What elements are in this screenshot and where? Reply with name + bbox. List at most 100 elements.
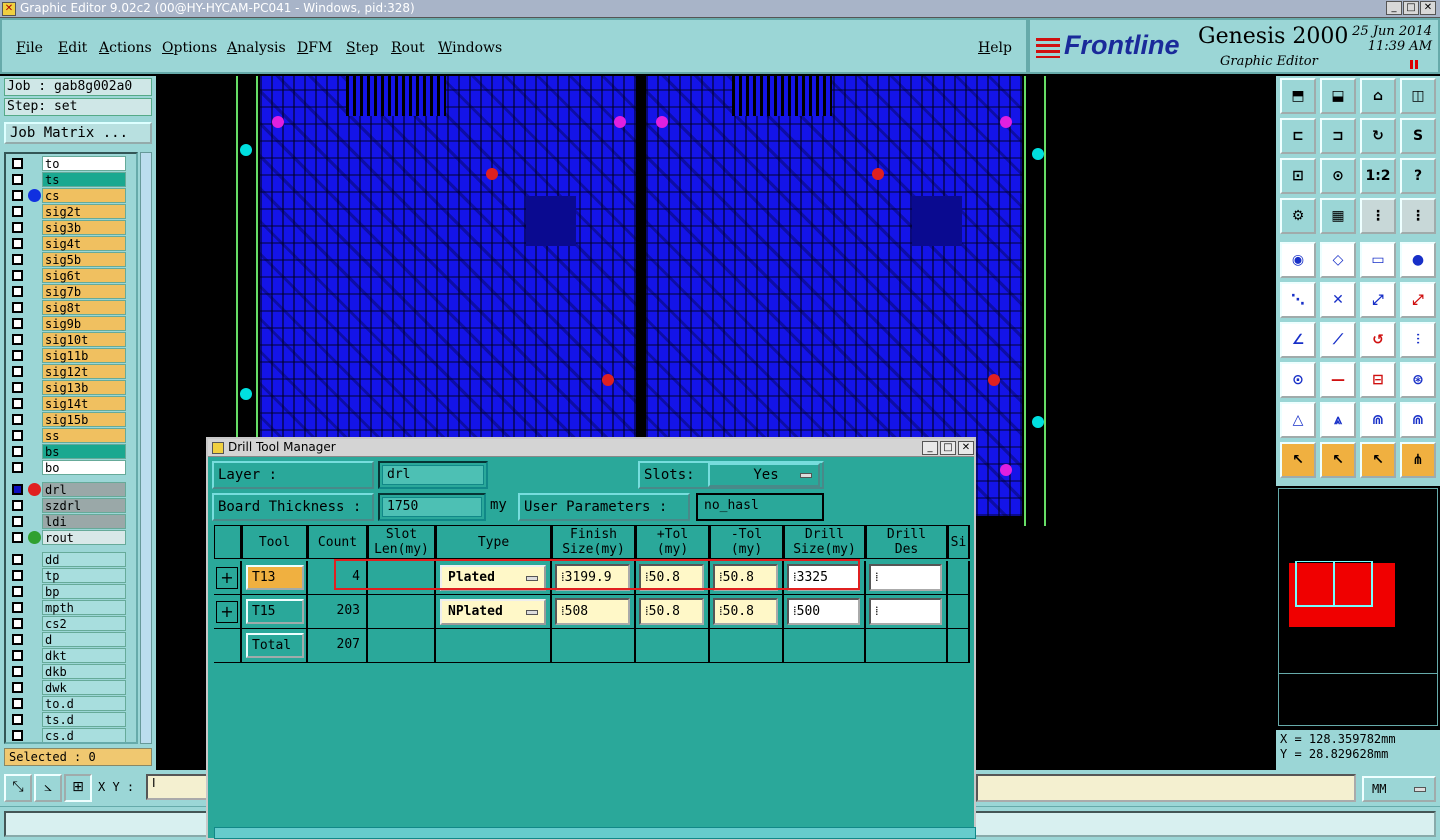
layer-checkbox[interactable] bbox=[12, 350, 23, 361]
pointer-box-icon[interactable]: ↖ bbox=[1320, 442, 1356, 478]
layer-name[interactable]: bp bbox=[42, 584, 126, 599]
layer-row[interactable]: ts.d bbox=[8, 712, 128, 727]
layer-checkbox[interactable] bbox=[12, 206, 23, 217]
scale-1-2-icon[interactable]: 1:2 bbox=[1360, 158, 1396, 194]
fit-all-icon[interactable]: ⊡ bbox=[1280, 158, 1316, 194]
tool-button[interactable]: T15 bbox=[246, 599, 304, 624]
layer-checkbox[interactable] bbox=[12, 286, 23, 297]
dimension-icon[interactable]: ⊟ bbox=[1360, 362, 1396, 398]
move-right-icon[interactable]: ⊐ bbox=[1320, 118, 1356, 154]
layer-row[interactable]: sig5b bbox=[8, 252, 128, 267]
layer-name[interactable]: sig7b bbox=[42, 284, 126, 299]
close-icon[interactable]: ✕ bbox=[1420, 1, 1436, 15]
snap-grid-icon[interactable]: ⊞ bbox=[64, 774, 92, 802]
ruler-icon[interactable]: ▭ bbox=[1360, 242, 1396, 278]
layer-name[interactable]: sig11b bbox=[42, 348, 126, 363]
layer-checkbox[interactable] bbox=[12, 554, 23, 565]
layer-row[interactable]: sig6t bbox=[8, 268, 128, 283]
layer-checkbox[interactable] bbox=[12, 414, 23, 425]
copy-layer-icon[interactable]: ⬒ bbox=[1280, 78, 1316, 114]
components-alt-icon[interactable]: ⋮ bbox=[1400, 198, 1436, 234]
finish-size-input[interactable]: ⁞508 bbox=[555, 598, 630, 625]
layer-row[interactable]: sig11b bbox=[8, 348, 128, 363]
grid-icon[interactable]: ▦ bbox=[1320, 198, 1356, 234]
layer-field[interactable]: drl bbox=[378, 461, 488, 489]
layer-row[interactable]: sig12t bbox=[8, 364, 128, 379]
layer-row[interactable]: bo bbox=[8, 460, 128, 475]
layer-checkbox[interactable] bbox=[12, 238, 23, 249]
layer-checkbox[interactable] bbox=[12, 698, 23, 709]
layer-checkbox[interactable] bbox=[12, 334, 23, 345]
type-select[interactable]: NPlated bbox=[440, 599, 546, 625]
line-add-icon[interactable]: ⤢ bbox=[1360, 282, 1396, 318]
layer-name[interactable]: sig4t bbox=[42, 236, 126, 251]
layer-name[interactable]: sig15b bbox=[42, 412, 126, 427]
menu-analysis[interactable]: Analysis bbox=[227, 40, 286, 56]
pointer-circle-icon[interactable]: ↖ bbox=[1360, 442, 1396, 478]
layer-row[interactable]: dkt bbox=[8, 648, 128, 663]
layer-checkbox[interactable] bbox=[12, 618, 23, 629]
layer-row[interactable]: tp bbox=[8, 568, 128, 583]
layer-name[interactable]: sig2t bbox=[42, 204, 126, 219]
layer-row[interactable]: mpth bbox=[8, 600, 128, 615]
layer-name[interactable]: rout bbox=[42, 530, 126, 545]
plus-tol-input[interactable]: ⁞50.8 bbox=[639, 598, 704, 625]
user-parameters-button[interactable]: User Parameters : bbox=[518, 493, 690, 521]
menu-actions[interactable]: Actions bbox=[99, 40, 152, 56]
command-input[interactable] bbox=[976, 774, 1356, 802]
diagonal-icon[interactable]: ⟋ bbox=[1320, 322, 1356, 358]
drill-des-input[interactable]: ⁞ bbox=[869, 564, 942, 591]
layer-checkbox[interactable] bbox=[12, 254, 23, 265]
layer-name[interactable]: dkb bbox=[42, 664, 126, 679]
settings-icon[interactable]: ⚙ bbox=[1280, 198, 1316, 234]
menu-edit[interactable]: Edit bbox=[58, 40, 87, 56]
layer-name[interactable]: sig10t bbox=[42, 332, 126, 347]
board-thickness-field[interactable]: 1750 bbox=[378, 493, 486, 521]
layer-name[interactable]: ldi bbox=[42, 514, 126, 529]
layer-name[interactable]: mpth bbox=[42, 600, 126, 615]
layer-row[interactable]: cs bbox=[8, 188, 128, 203]
layer-list-scrollbar[interactable] bbox=[140, 152, 152, 744]
layer-row[interactable]: sig9b bbox=[8, 316, 128, 331]
pause-icon[interactable] bbox=[1410, 60, 1418, 69]
layer-name[interactable]: ts.d bbox=[42, 712, 126, 727]
layer-name[interactable]: dkt bbox=[42, 648, 126, 663]
layer-checkbox[interactable] bbox=[12, 190, 23, 201]
dialog-close-icon[interactable]: ✕ bbox=[958, 441, 974, 455]
drill-des-input[interactable]: ⁞ bbox=[869, 598, 942, 625]
layer-checkbox[interactable] bbox=[12, 158, 23, 169]
layer-name[interactable]: d bbox=[42, 632, 126, 647]
move-left-icon[interactable]: ⊏ bbox=[1280, 118, 1316, 154]
route-icon[interactable]: ⋔ bbox=[1400, 442, 1436, 478]
menu-file[interactable]: File bbox=[16, 40, 43, 56]
layer-row[interactable]: sig14t bbox=[8, 396, 128, 411]
edit-shape-icon[interactable]: ◇ bbox=[1320, 242, 1356, 278]
home-icon[interactable]: ⌂ bbox=[1360, 78, 1396, 114]
menu-dfm[interactable]: DFM bbox=[297, 40, 332, 56]
layer-checkbox[interactable] bbox=[12, 222, 23, 233]
layer-row[interactable]: cs2 bbox=[8, 616, 128, 631]
help-icon[interactable]: ? bbox=[1400, 158, 1436, 194]
layer-name[interactable]: bs bbox=[42, 444, 126, 459]
select-pad-icon[interactable]: ⊙ bbox=[1280, 362, 1316, 398]
measure-icon[interactable]: ⦣ bbox=[34, 774, 62, 802]
mirror-icon[interactable]: ⫶ bbox=[1400, 322, 1436, 358]
layer-name[interactable]: bo bbox=[42, 460, 126, 475]
layer-name[interactable]: ss bbox=[42, 428, 126, 443]
dialog-minimize-icon[interactable]: _ bbox=[922, 441, 938, 455]
layer-row[interactable]: sig15b bbox=[8, 412, 128, 427]
layer-row[interactable]: dkb bbox=[8, 664, 128, 679]
layer-row[interactable]: sig2t bbox=[8, 204, 128, 219]
slots-select[interactable]: Yes bbox=[708, 463, 820, 487]
user-parameters-field[interactable]: no_hasl bbox=[696, 493, 824, 521]
layer-checkbox[interactable] bbox=[12, 398, 23, 409]
menu-step[interactable]: Step bbox=[346, 40, 378, 56]
zoom-area-icon[interactable]: ⤡ bbox=[4, 774, 32, 802]
expand-row-icon[interactable]: + bbox=[216, 601, 238, 623]
arch-alt-icon[interactable]: ⋒ bbox=[1400, 402, 1436, 438]
shape-icon[interactable]: ⊛ bbox=[1400, 362, 1436, 398]
layer-checkbox[interactable] bbox=[12, 586, 23, 597]
layer-row[interactable]: sig13b bbox=[8, 380, 128, 395]
layer-row[interactable]: dwk bbox=[8, 680, 128, 695]
job-matrix-button[interactable]: Job Matrix ... bbox=[4, 122, 152, 144]
